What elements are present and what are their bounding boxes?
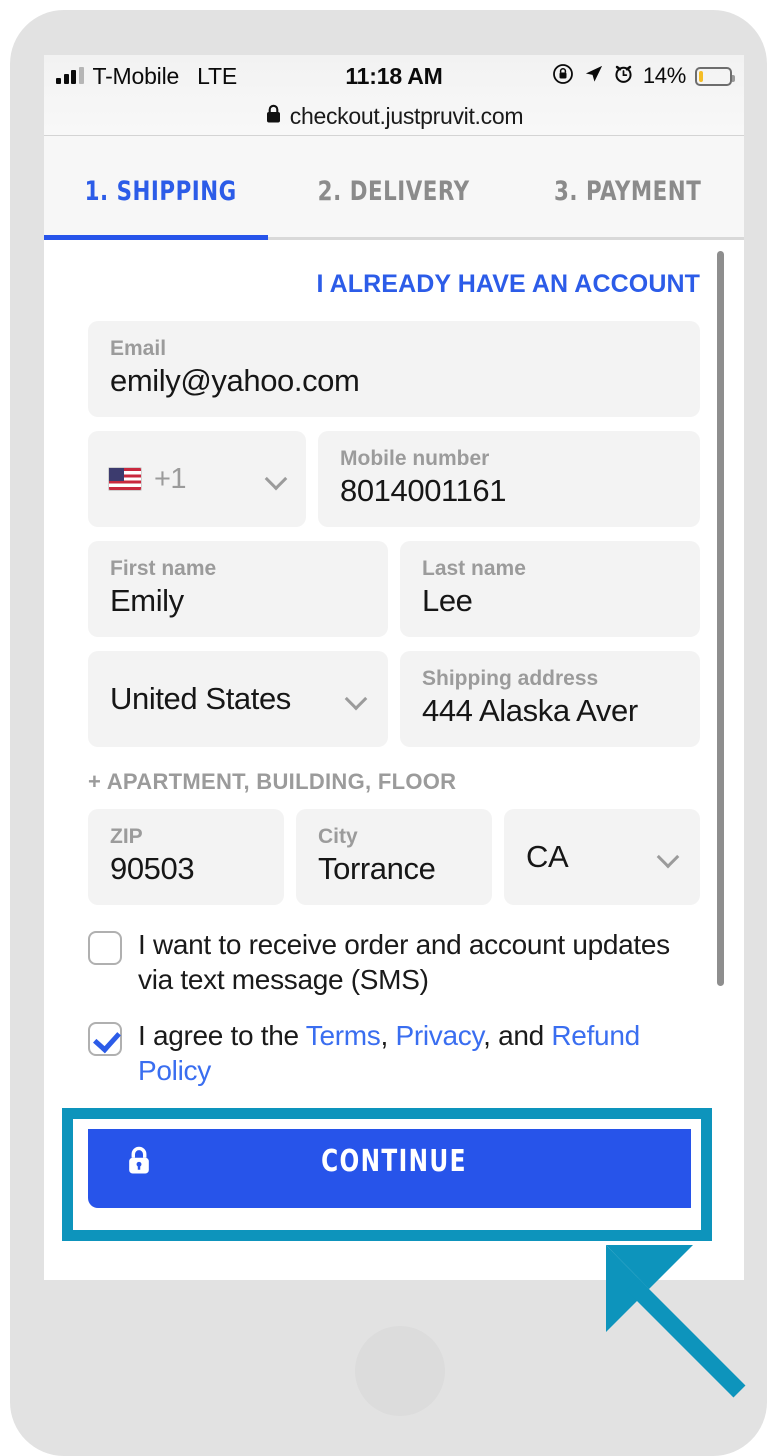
email-field[interactable]: Email emily@yahoo.com	[88, 321, 700, 417]
terms-agree-checkbox[interactable]	[88, 1021, 122, 1056]
state-select[interactable]: CA	[504, 809, 700, 905]
zip-city-state-row: ZIP 90503 City Torrance CA	[88, 809, 700, 905]
terms-sep-1: ,	[380, 1019, 396, 1051]
page-scrollbar[interactable]	[717, 251, 724, 986]
email-value: emily@yahoo.com	[110, 363, 360, 398]
checkout-steps-tabbar: 1. SHIPPING 2. DELIVERY 3. PAYMENT	[44, 136, 744, 240]
location-arrow-icon	[583, 63, 604, 89]
mobile-number-field[interactable]: Mobile number 8014001161	[318, 431, 700, 527]
email-label: Email	[110, 337, 167, 360]
email-row: Email emily@yahoo.com	[88, 321, 700, 417]
shipping-address-value: 444 Alaska Aver	[422, 693, 638, 728]
zip-label: ZIP	[110, 825, 143, 848]
last-name-field[interactable]: Last name Lee	[400, 541, 700, 637]
tab-payment[interactable]: 3. PAYMENT	[525, 170, 730, 207]
alarm-clock-icon	[613, 63, 634, 89]
url-bar[interactable]: checkout.justpruvit.com	[44, 97, 744, 135]
first-name-field[interactable]: First name Emily	[88, 541, 388, 637]
battery-icon	[695, 66, 735, 86]
zip-value: 90503	[110, 851, 195, 886]
sms-optin-row[interactable]: I want to receive order and account upda…	[88, 927, 700, 998]
country-address-row: United States Shipping address 444 Alask…	[88, 651, 700, 747]
shipping-form: I ALREADY HAVE AN ACCOUNT Email emily@ya…	[44, 240, 744, 1280]
last-name-value: Lee	[422, 583, 473, 618]
rotation-lock-icon	[552, 63, 574, 90]
terms-prefix-text: I agree to the	[138, 1019, 306, 1051]
state-value: CA	[526, 839, 569, 874]
terms-link[interactable]: Terms	[306, 1020, 381, 1051]
terms-sep-2: , and	[483, 1019, 552, 1051]
terms-agree-label: I agree to the Terms, Privacy, and Refun…	[138, 1018, 700, 1089]
privacy-link[interactable]: Privacy	[395, 1020, 483, 1051]
screenshot-root: T-Mobile LTE 11:18 AM 14% checkout.justp…	[0, 0, 777, 1456]
tab-shipping[interactable]: 1. SHIPPING	[58, 170, 263, 207]
battery-percent-label: 14%	[642, 63, 686, 88]
chevron-down-icon	[266, 469, 286, 489]
terms-agree-row[interactable]: I agree to the Terms, Privacy, and Refun…	[88, 1018, 700, 1089]
url-text: checkout.justpruvit.com	[289, 102, 524, 129]
continue-button[interactable]: CONTINUE	[88, 1114, 700, 1209]
home-button[interactable]	[355, 1326, 445, 1416]
status-bar: T-Mobile LTE 11:18 AM 14%	[44, 55, 744, 97]
last-name-label: Last name	[422, 557, 526, 580]
already-have-account-link[interactable]: I ALREADY HAVE AN ACCOUNT	[88, 240, 700, 321]
sms-optin-checkbox[interactable]	[88, 931, 122, 965]
city-value: Torrance	[318, 851, 436, 886]
us-flag-icon	[108, 467, 142, 491]
mobile-number-label: Mobile number	[340, 447, 490, 470]
city-label: City	[318, 825, 358, 848]
country-code-select[interactable]: +1	[88, 431, 306, 527]
chevron-down-icon	[346, 689, 366, 709]
tab-delivery[interactable]: 2. DELIVERY	[291, 170, 496, 207]
phone-screen: T-Mobile LTE 11:18 AM 14% checkout.justp…	[44, 55, 744, 1280]
lock-icon	[265, 104, 282, 129]
country-code-value: +1	[154, 462, 187, 495]
add-apartment-link[interactable]: + APARTMENT, BUILDING, FLOOR	[88, 769, 700, 795]
phone-row: +1 Mobile number 8014001161	[88, 431, 700, 527]
mobile-number-value: 8014001161	[340, 473, 507, 508]
first-name-value: Emily	[110, 583, 184, 618]
first-name-label: First name	[110, 557, 217, 580]
continue-button-wrapper: CONTINUE	[88, 1114, 700, 1209]
continue-button-label: CONTINUE	[321, 1143, 467, 1179]
shipping-address-label: Shipping address	[422, 667, 599, 690]
chevron-down-icon	[658, 847, 678, 867]
country-select[interactable]: United States	[88, 651, 388, 747]
status-bar-right: 14%	[552, 63, 735, 90]
city-field[interactable]: City Torrance	[296, 809, 492, 905]
country-value: United States	[110, 681, 291, 716]
shipping-address-field[interactable]: Shipping address 444 Alaska Aver	[400, 651, 700, 747]
zip-field[interactable]: ZIP 90503	[88, 809, 284, 905]
name-row: First name Emily Last name Lee	[88, 541, 700, 637]
sms-optin-label: I want to receive order and account upda…	[138, 929, 670, 996]
browser-chrome: T-Mobile LTE 11:18 AM 14% checkout.justp…	[44, 55, 744, 136]
